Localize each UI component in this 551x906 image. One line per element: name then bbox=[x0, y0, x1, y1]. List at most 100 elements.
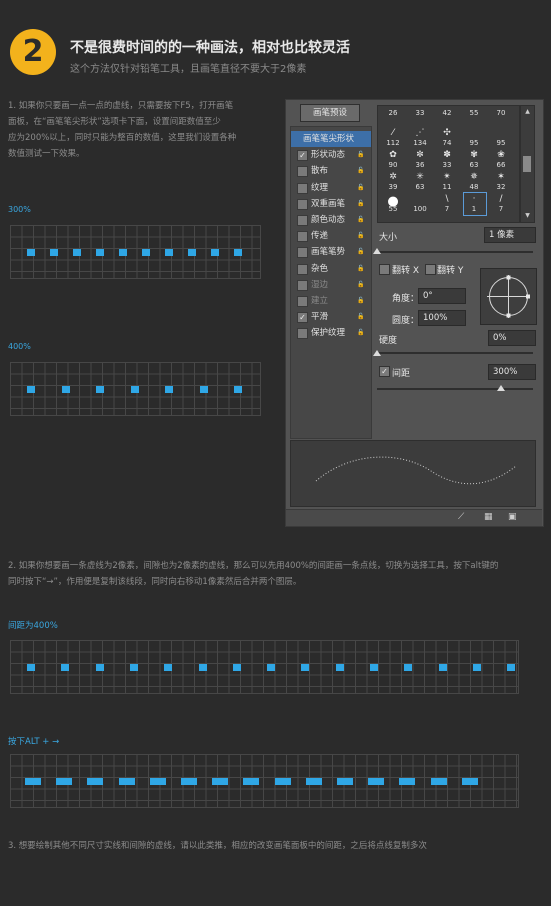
brush-option-item[interactable]: 双重画笔 🔓 bbox=[291, 196, 371, 212]
brush-tip-size[interactable]: 48 bbox=[462, 183, 486, 191]
lock-icon[interactable]: 🔓 bbox=[357, 312, 365, 321]
brush-tip-icon[interactable]: \ bbox=[435, 194, 459, 204]
brush-tip-icon[interactable]: ✶ bbox=[489, 172, 513, 182]
option-checkbox[interactable] bbox=[297, 166, 308, 178]
scroll-down-icon[interactable]: ▼ bbox=[522, 212, 533, 219]
lock-icon[interactable]: 🔓 bbox=[357, 231, 365, 240]
hardness-field[interactable]: 0% bbox=[488, 330, 536, 346]
brush-tip-icon[interactable]: ❀ bbox=[489, 150, 513, 160]
brush-tip-icon[interactable]: ✽ bbox=[435, 150, 459, 160]
option-checkbox[interactable] bbox=[297, 247, 308, 259]
option-checkbox[interactable] bbox=[297, 263, 308, 275]
brush-tip-size[interactable]: 32 bbox=[489, 183, 513, 191]
size-slider-knob[interactable] bbox=[373, 248, 381, 254]
brush-tip-scrollbar[interactable]: ▲ ▼ bbox=[520, 105, 535, 223]
brush-tip-size[interactable]: 33 bbox=[408, 109, 432, 117]
flip-y-checkbox[interactable] bbox=[425, 264, 436, 275]
brush-tip-icon[interactable]: ✾ bbox=[462, 150, 486, 160]
toggle-preview-icon[interactable]: ⟋ bbox=[458, 512, 464, 522]
lock-icon[interactable]: 🔓 bbox=[357, 150, 365, 159]
brush-tip-size[interactable]: 95 bbox=[489, 139, 513, 147]
hardness-slider-knob[interactable] bbox=[373, 350, 381, 356]
scroll-up-icon[interactable]: ▲ bbox=[522, 108, 533, 115]
brush-tip-icon[interactable]: ✲ bbox=[381, 172, 405, 182]
lock-icon[interactable]: 🔓 bbox=[357, 199, 365, 208]
brush-tip-icon[interactable]: ✣ bbox=[435, 128, 459, 138]
angle-roundness-widget[interactable] bbox=[480, 268, 537, 325]
brush-tip-icon[interactable]: / bbox=[489, 194, 513, 204]
option-checkbox[interactable] bbox=[297, 198, 308, 210]
lock-icon[interactable]: 🔓 bbox=[357, 296, 365, 305]
brush-option-item[interactable]: ✓ 形状动态 🔓 bbox=[291, 147, 371, 163]
angle-field[interactable]: 0° bbox=[418, 288, 466, 304]
spacing-slider-track[interactable] bbox=[377, 388, 533, 390]
brush-option-item[interactable]: ✓ 平滑 🔓 bbox=[291, 309, 371, 325]
brush-tip-size[interactable]: 11 bbox=[435, 183, 459, 191]
brush-tip-size[interactable]: 74 bbox=[435, 139, 459, 147]
brush-tip-size[interactable]: 112 bbox=[381, 139, 405, 147]
brush-tip-size[interactable]: 7 bbox=[489, 205, 513, 213]
option-checkbox[interactable]: ✓ bbox=[297, 312, 308, 324]
brush-tip-size[interactable]: 70 bbox=[489, 109, 513, 117]
brush-tip-icon[interactable]: ✵ bbox=[462, 172, 486, 182]
lock-icon[interactable]: 🔓 bbox=[357, 280, 365, 289]
option-checkbox[interactable] bbox=[297, 296, 308, 307]
option-checkbox[interactable] bbox=[297, 231, 308, 243]
roundness-field[interactable]: 100% bbox=[418, 310, 466, 326]
brush-tip-size[interactable]: 63 bbox=[462, 161, 486, 169]
option-checkbox[interactable] bbox=[297, 215, 308, 226]
spacing-field[interactable]: 300% bbox=[488, 364, 536, 380]
brush-tip-size[interactable]: 55 bbox=[381, 205, 405, 213]
option-checkbox[interactable] bbox=[297, 328, 308, 340]
lock-icon[interactable]: 🔓 bbox=[357, 166, 365, 175]
brush-option-item[interactable]: 纹理 🔓 bbox=[291, 180, 371, 196]
brush-option-item[interactable]: 湿边 🔓 bbox=[291, 277, 371, 293]
brush-tip-icon[interactable]: ✿ bbox=[381, 150, 405, 160]
new-brush-icon[interactable]: ▣ bbox=[508, 512, 517, 522]
scroll-thumb[interactable] bbox=[523, 156, 531, 172]
brush-option-item[interactable]: 传递 🔓 bbox=[291, 228, 371, 244]
spacing-slider-knob[interactable] bbox=[497, 385, 505, 391]
brush-tip-size[interactable]: 36 bbox=[408, 161, 432, 169]
brush-tip-size[interactable]: 134 bbox=[408, 139, 432, 147]
lock-icon[interactable]: 🔓 bbox=[357, 264, 365, 273]
brush-tip-icon[interactable]: ⋰ bbox=[408, 128, 432, 138]
brush-tip-size[interactable]: 90 bbox=[381, 161, 405, 169]
brush-option-item[interactable]: 建立 🔓 bbox=[291, 293, 371, 309]
brush-option-item[interactable]: 散布 🔓 bbox=[291, 163, 371, 179]
grid-icon[interactable]: ▦ bbox=[484, 512, 493, 522]
brush-option-item[interactable]: 颜色动态 🔓 bbox=[291, 212, 371, 228]
brush-tip-size[interactable]: 26 bbox=[381, 109, 405, 117]
lock-icon[interactable]: 🔓 bbox=[357, 215, 365, 224]
brush-tip-size[interactable]: 7 bbox=[435, 205, 459, 213]
hardness-slider-track[interactable] bbox=[377, 352, 533, 354]
brush-tip-icon[interactable]: ✳ bbox=[408, 172, 432, 182]
brush-option-item[interactable]: 画笔笔势 🔓 bbox=[291, 244, 371, 260]
size-field[interactable]: 1 像素 bbox=[484, 227, 536, 243]
option-checkbox[interactable] bbox=[297, 279, 308, 291]
brush-tip-size[interactable]: 66 bbox=[489, 161, 513, 169]
lock-icon[interactable]: 🔓 bbox=[357, 247, 365, 256]
brush-tip-icon[interactable]: ⁄ bbox=[381, 128, 405, 138]
flip-x-checkbox[interactable] bbox=[379, 264, 390, 275]
option-checkbox[interactable]: ✓ bbox=[297, 150, 308, 162]
brush-tip-size[interactable]: 39 bbox=[381, 183, 405, 191]
brush-tip-icon[interactable]: ✼ bbox=[408, 150, 432, 160]
brush-tip-size[interactable]: 95 bbox=[462, 139, 486, 147]
brush-tip-size[interactable]: 100 bbox=[408, 205, 432, 213]
size-slider-track[interactable] bbox=[377, 251, 533, 253]
brush-tip-size[interactable]: 55 bbox=[462, 109, 486, 117]
brush-tip-grid[interactable]: 26 33 42 55 70 ⁄ 112 ⋰ 134 ✣ 74 95 95 ✿ 90 ✼ 36 ✽ 33 ✾ 63 ❀ 66… bbox=[377, 105, 520, 223]
brush-tip-icon[interactable]: ✴ bbox=[435, 172, 459, 182]
option-checkbox[interactable] bbox=[297, 182, 308, 194]
spacing-checkbox[interactable]: ✓ bbox=[379, 366, 390, 377]
brush-option-item[interactable]: 画笔笔尖形状 bbox=[291, 131, 371, 147]
lock-icon[interactable]: 🔓 bbox=[357, 328, 365, 337]
brush-tip-size[interactable]: 42 bbox=[435, 109, 459, 117]
brush-tip-size[interactable]: 33 bbox=[435, 161, 459, 169]
lock-icon[interactable]: 🔓 bbox=[357, 183, 365, 192]
brush-tip-size[interactable]: 63 bbox=[408, 183, 432, 191]
brush-option-item[interactable]: 保护纹理 🔓 bbox=[291, 325, 371, 341]
brush-preset-button[interactable]: 画笔预设 bbox=[300, 104, 360, 122]
brush-option-item[interactable]: 杂色 🔓 bbox=[291, 261, 371, 277]
